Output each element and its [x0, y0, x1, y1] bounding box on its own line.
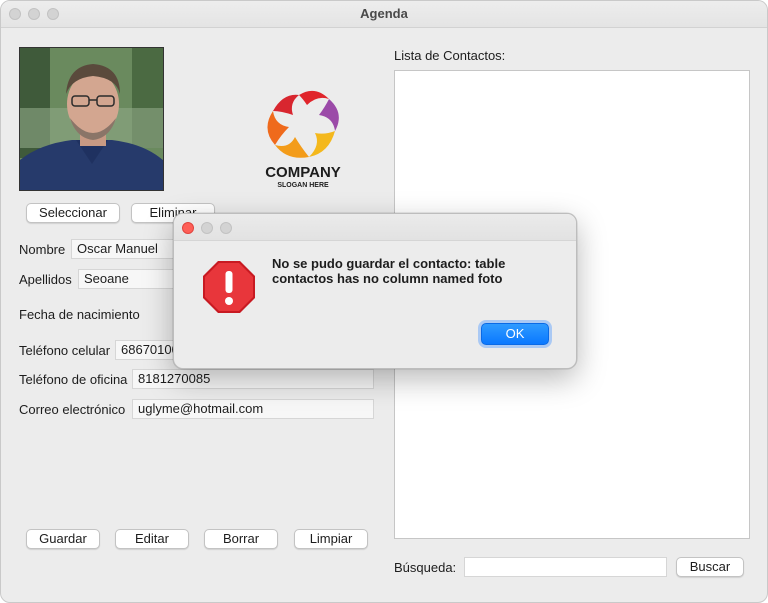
nombre-label: Nombre — [19, 242, 66, 257]
search-button[interactable]: Buscar — [676, 557, 744, 577]
contact-photo — [19, 47, 164, 191]
company-logo: COMPANY SLOGAN HERE — [259, 87, 347, 193]
telefono-oficina-label: Teléfono de oficina — [19, 372, 128, 387]
company-logo-icon — [267, 90, 339, 158]
fecha-nacimiento-label: Fecha de nacimiento — [19, 307, 140, 322]
dialog-close-button[interactable] — [182, 222, 194, 234]
search-label: Búsqueda: — [394, 560, 457, 575]
agenda-window: Agenda Seleccionar Eliminar COMPANY SLOG… — [0, 0, 768, 603]
dialog-minimize-button[interactable] — [201, 222, 213, 234]
title-bar: Agenda — [1, 1, 767, 28]
photo-image — [20, 48, 163, 190]
company-name: COMPANY — [265, 164, 341, 181]
select-photo-button[interactable]: Seleccionar — [26, 203, 120, 223]
apellidos-label: Apellidos — [19, 272, 72, 287]
telefono-celular-label: Teléfono celular — [19, 343, 111, 358]
dialog-title-bar — [174, 214, 576, 241]
ok-button[interactable]: OK — [481, 323, 549, 345]
dialog-message: No se pudo guardar el contacto: table co… — [272, 256, 506, 286]
dialog-zoom-button[interactable] — [220, 222, 232, 234]
nombre-field[interactable]: Oscar Manuel — [71, 239, 181, 259]
window-title: Agenda — [360, 6, 408, 21]
telefono-oficina-field[interactable]: 8181270085 — [132, 369, 374, 389]
telefono-celular-field[interactable]: 68670100 — [115, 340, 181, 360]
correo-field[interactable]: uglyme@hotmail.com — [132, 399, 374, 419]
stop-icon — [203, 261, 255, 313]
correo-label: Correo electrónico — [19, 402, 126, 417]
contacts-list-title: Lista de Contactos: — [394, 48, 506, 63]
apellidos-field[interactable]: Seoane — [78, 269, 181, 289]
search-input[interactable] — [464, 557, 667, 577]
clear-button[interactable]: Limpiar — [294, 529, 368, 549]
edit-button[interactable]: Editar — [115, 529, 189, 549]
company-slogan: SLOGAN HERE — [277, 182, 329, 189]
save-button[interactable]: Guardar — [26, 529, 100, 549]
delete-button[interactable]: Borrar — [204, 529, 278, 549]
error-dialog: No se pudo guardar el contacto: table co… — [173, 213, 577, 369]
